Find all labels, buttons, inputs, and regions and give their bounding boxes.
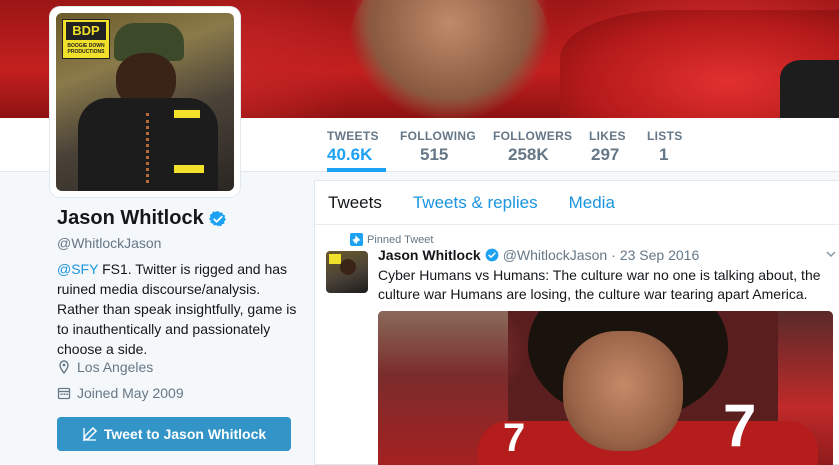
bdp-logo: BDP BOOGIE DOWN PRODUCTIONS — [62, 19, 110, 59]
bio-mention-link[interactable]: @SFY — [57, 261, 98, 277]
stat-value: 258K — [508, 145, 549, 164]
tweet-date[interactable]: 23 Sep 2016 — [620, 247, 699, 263]
timeline: Tweets Tweets & replies Media Pinned Twe… — [314, 180, 839, 465]
chevron-down-icon[interactable] — [826, 249, 836, 259]
profile-name-row: Jason Whitlock — [57, 207, 227, 230]
profile-handle[interactable]: @WhitlockJason — [57, 235, 161, 251]
avatar-image: BDP BOOGIE DOWN PRODUCTIONS — [56, 13, 234, 191]
profile-name[interactable]: Jason Whitlock — [57, 207, 204, 230]
timeline-tabs: Tweets Tweets & replies Media — [315, 181, 839, 225]
tweet-to-label: Tweet to Jason Whitlock — [103, 426, 267, 442]
tab-tweets-replies[interactable]: Tweets & replies — [413, 193, 538, 213]
profile-location: Los Angeles — [57, 359, 153, 375]
stat-value: 515 — [420, 145, 449, 164]
tweet-author-name[interactable]: Jason Whitlock — [378, 247, 481, 263]
tab-media[interactable]: Media — [569, 193, 615, 213]
pinned-label: Pinned Tweet — [367, 233, 434, 246]
profile-bio: @SFY FS1. Twitter is rigged and has ruin… — [57, 259, 297, 359]
stat-label: FOLLOWERS — [493, 129, 573, 143]
tweet-author-handle[interactable]: @WhitlockJason — [503, 247, 607, 263]
pinned-tweet[interactable]: Pinned Tweet Jason Whitlock @WhitlockJas… — [315, 225, 839, 465]
profile-avatar[interactable]: BDP BOOGIE DOWN PRODUCTIONS — [50, 7, 240, 197]
location-text: Los Angeles — [77, 359, 154, 375]
verified-badge-icon — [208, 210, 226, 226]
tweet-text: Cyber Humans vs Humans: The culture war … — [378, 267, 821, 302]
tweet-separator: · — [611, 247, 616, 263]
stat-label: TWEETS — [327, 129, 379, 143]
profile-joined: Joined May 2009 — [57, 385, 184, 401]
stat-likes[interactable]: LIKES 297 — [589, 118, 626, 172]
map-pin-icon — [59, 360, 69, 374]
tweet-media-image[interactable]: 7 7 — [378, 311, 833, 465]
stat-value: 1 — [659, 145, 669, 164]
pinned-indicator: Pinned Tweet — [350, 233, 434, 246]
calendar-icon — [57, 387, 71, 400]
stat-label: LIKES — [589, 129, 626, 143]
jersey-number: 7 — [503, 416, 526, 460]
stat-lists[interactable]: LISTS 1 — [647, 118, 683, 172]
tweet-header: Jason Whitlock @WhitlockJason · 23 Sep 2… — [378, 247, 699, 263]
tweet-to-button[interactable]: Tweet to Jason Whitlock — [57, 417, 291, 451]
stat-label: LISTS — [647, 129, 683, 143]
tab-tweets[interactable]: Tweets — [328, 193, 382, 213]
compose-icon — [82, 426, 97, 442]
jersey-number: 7 — [723, 392, 757, 459]
joined-text: Joined May 2009 — [77, 385, 184, 401]
stat-following[interactable]: FOLLOWING 515 — [400, 118, 476, 172]
stat-tweets[interactable]: TWEETS 40.6K — [327, 118, 386, 172]
tweet-avatar[interactable] — [326, 251, 368, 293]
stat-value: 297 — [591, 145, 620, 164]
verified-badge-icon — [485, 248, 499, 262]
stat-label: FOLLOWING — [400, 129, 477, 143]
stat-value: 40.6K — [327, 145, 373, 164]
pin-icon — [350, 233, 363, 246]
stat-followers[interactable]: FOLLOWERS 258K — [493, 118, 572, 172]
